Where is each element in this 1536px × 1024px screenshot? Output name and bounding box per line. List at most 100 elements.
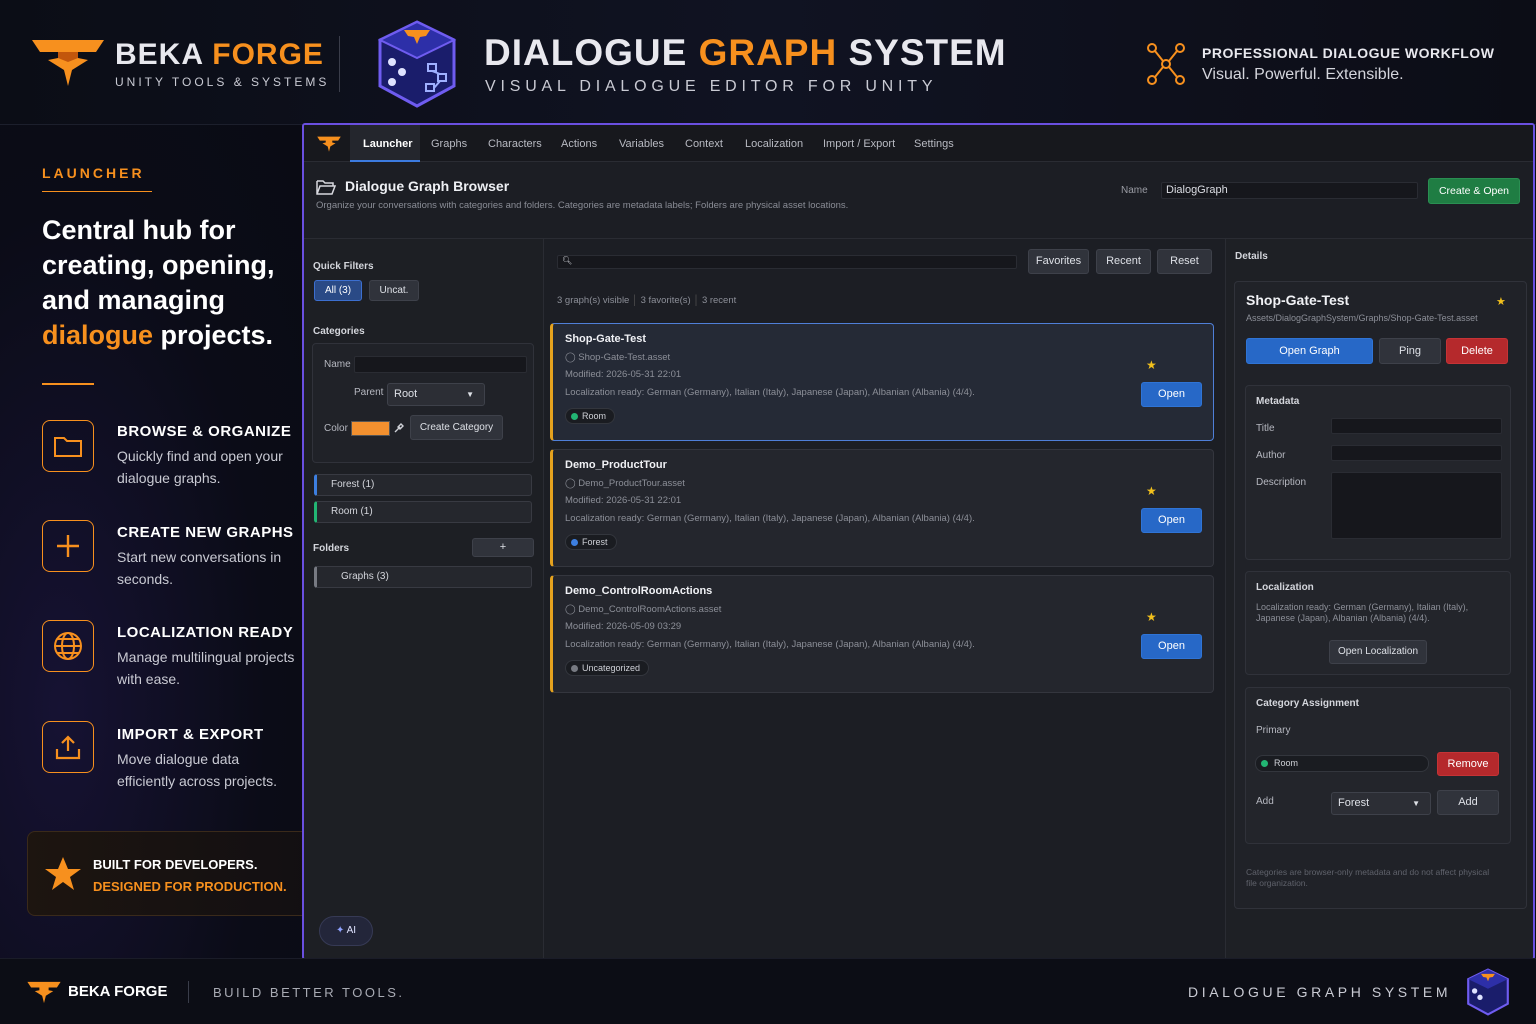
- details-path: Assets/DialogGraphSystem/Graphs/Shop-Gat…: [1246, 313, 1478, 323]
- favorite-star-icon[interactable]: ★: [1146, 610, 1157, 624]
- quick-filters-label: Quick Filters: [313, 261, 374, 272]
- color-swatch[interactable]: [351, 421, 390, 436]
- category-assignment-label: Category Assignment: [1256, 698, 1359, 709]
- description-input[interactable]: [1331, 472, 1502, 539]
- feature-desc: Quickly find and open your dialogue grap…: [117, 448, 283, 486]
- title-input[interactable]: [1331, 418, 1502, 434]
- localization-status: Localization ready: German (Germany), It…: [1256, 602, 1469, 623]
- parent-dropdown-value: Root: [394, 388, 418, 400]
- tab-context[interactable]: Context: [685, 125, 723, 161]
- tab-actions[interactable]: Actions: [561, 125, 597, 161]
- reset-button[interactable]: Reset: [1157, 249, 1212, 274]
- remove-category-button[interactable]: Remove: [1437, 752, 1499, 776]
- tab-settings[interactable]: Settings: [914, 125, 954, 161]
- ai-button[interactable]: ✦ AI: [319, 916, 373, 946]
- category-name-label: Name: [324, 359, 351, 370]
- tab-characters[interactable]: Characters: [488, 125, 542, 161]
- search-input[interactable]: 🔍︎: [557, 255, 1017, 269]
- footer-slogan: BUILD BETTER TOOLS.: [213, 985, 405, 1000]
- categories-label: Categories: [313, 326, 365, 337]
- caret-down-icon: ▼: [1412, 799, 1420, 808]
- graph-name: Shop-Gate-Test: [565, 333, 647, 345]
- production-banner: BUILT FOR DEVELOPERS. DESIGNED FOR PRODU…: [27, 831, 317, 916]
- feature-desc: Manage multilingual projects with ease.: [117, 649, 295, 687]
- stats-favorites: 3 favorite(s): [640, 295, 691, 306]
- dice-graph-logo-icon: [377, 20, 457, 108]
- tab-bar: Launcher Graphs Characters Actions Varia…: [304, 125, 1533, 162]
- beka-forge-logo-icon: [27, 981, 61, 1004]
- product-title: DIALOGUE GRAPH SYSTEM: [484, 32, 1007, 73]
- graph-modified: Modified: 2026-05-09 03:29: [565, 621, 682, 632]
- feature-title: IMPORT & EXPORT: [117, 726, 264, 743]
- header-right-title: PROFESSIONAL DIALOGUE WORKFLOW: [1202, 45, 1495, 61]
- brand-tagline: UNITY TOOLS & SYSTEMS: [115, 75, 330, 89]
- speech-bubble-icon: ◯: [565, 604, 579, 615]
- tab-localization[interactable]: Localization: [745, 125, 803, 161]
- add-category-button[interactable]: Add: [1437, 790, 1499, 815]
- folder-row-graphs[interactable]: Graphs (3): [314, 566, 532, 588]
- name-label: Name: [1121, 185, 1148, 196]
- delete-button[interactable]: Delete: [1446, 338, 1508, 364]
- graph-name-input[interactable]: DialogGraph: [1161, 182, 1418, 199]
- ai-label: AI: [346, 925, 357, 936]
- favorite-star-icon[interactable]: ★: [1496, 295, 1506, 308]
- filter-all-button[interactable]: All (3): [314, 280, 362, 301]
- favorites-button[interactable]: Favorites: [1028, 249, 1089, 274]
- details-label: Details: [1235, 251, 1268, 262]
- filter-uncategorized-button[interactable]: Uncat.: [369, 280, 419, 301]
- category-tag: Room: [565, 408, 616, 424]
- headline: Central hub for creating, opening, and man…: [42, 215, 275, 350]
- graph-card[interactable]: Demo_ProductTour ◯ Demo_ProductTour.asse…: [550, 449, 1214, 567]
- tab-graphs[interactable]: Graphs: [431, 125, 467, 161]
- speech-bubble-icon: ◯: [565, 478, 579, 489]
- open-graph-button[interactable]: Open: [1141, 382, 1202, 407]
- open-localization-button[interactable]: Open Localization: [1329, 640, 1427, 664]
- tab-variables[interactable]: Variables: [619, 125, 664, 161]
- add-folder-button[interactable]: +: [472, 538, 534, 557]
- primary-category-tag: Room: [1255, 755, 1429, 772]
- category-tag: Uncategorized: [565, 660, 650, 676]
- parent-dropdown[interactable]: Root ▼: [387, 383, 485, 406]
- tab-launcher[interactable]: Launcher: [363, 125, 413, 161]
- open-graph-button[interactable]: Open: [1141, 508, 1202, 533]
- add-category-dropdown[interactable]: Forest ▼: [1331, 792, 1431, 815]
- header-right-subtitle: Visual. Powerful. Extensible.: [1202, 66, 1404, 83]
- tab-import-export[interactable]: Import / Export: [823, 125, 895, 161]
- network-icon: [1147, 43, 1185, 85]
- footer-brand: BEKA FORGE: [68, 983, 168, 1000]
- graph-stats: 3 graph(s) visible │ 3 favorite(s) │ 3 r…: [557, 295, 737, 306]
- eyedropper-icon[interactable]: [393, 422, 405, 434]
- feature-desc: Move dialogue data efficiently across pr…: [117, 751, 278, 789]
- divider: [339, 36, 340, 92]
- globe-icon: [42, 620, 94, 672]
- header: BEKA FORGE UNITY TOOLS & SYSTEMS DIALOGU…: [0, 0, 1536, 125]
- add-category-value: Forest: [1338, 797, 1370, 809]
- speech-bubble-icon: ◯: [565, 352, 579, 363]
- graph-card[interactable]: Shop-Gate-Test ◯ Shop-Gate-Test.asset Mo…: [550, 323, 1214, 441]
- author-input[interactable]: [1331, 445, 1502, 461]
- ping-button[interactable]: Ping: [1379, 338, 1441, 364]
- category-name-input[interactable]: [354, 356, 527, 373]
- graph-localization: Localization ready: German (Germany), It…: [565, 387, 975, 398]
- create-category-button[interactable]: Create Category: [410, 415, 503, 440]
- banner-line-2: DESIGNED FOR PRODUCTION.: [93, 879, 287, 894]
- feature-title: LOCALIZATION READY: [117, 624, 294, 641]
- favorite-star-icon[interactable]: ★: [1146, 358, 1157, 372]
- category-tag: Forest: [565, 534, 617, 550]
- open-graph-button[interactable]: Open: [1141, 634, 1202, 659]
- create-open-button[interactable]: Create & Open: [1428, 178, 1520, 204]
- graph-file: ◯ Demo_ProductTour.asset: [565, 478, 685, 489]
- folder-open-icon: [316, 180, 336, 195]
- divider: [42, 191, 152, 192]
- category-row-forest[interactable]: Forest (1): [314, 474, 532, 496]
- graph-card[interactable]: Demo_ControlRoomActions ◯ Demo_ControlRo…: [550, 575, 1214, 693]
- section-label: LAUNCHER: [42, 165, 145, 181]
- recent-button[interactable]: Recent: [1096, 249, 1151, 274]
- sparkle-icon: ✦: [335, 925, 347, 936]
- category-row-room[interactable]: Room (1): [314, 501, 532, 523]
- divider: [188, 981, 189, 1003]
- graph-localization: Localization ready: German (Germany), It…: [565, 639, 975, 650]
- open-graph-button[interactable]: Open Graph: [1246, 338, 1373, 364]
- favorite-star-icon[interactable]: ★: [1146, 484, 1157, 498]
- beka-forge-logo-icon: [32, 40, 104, 86]
